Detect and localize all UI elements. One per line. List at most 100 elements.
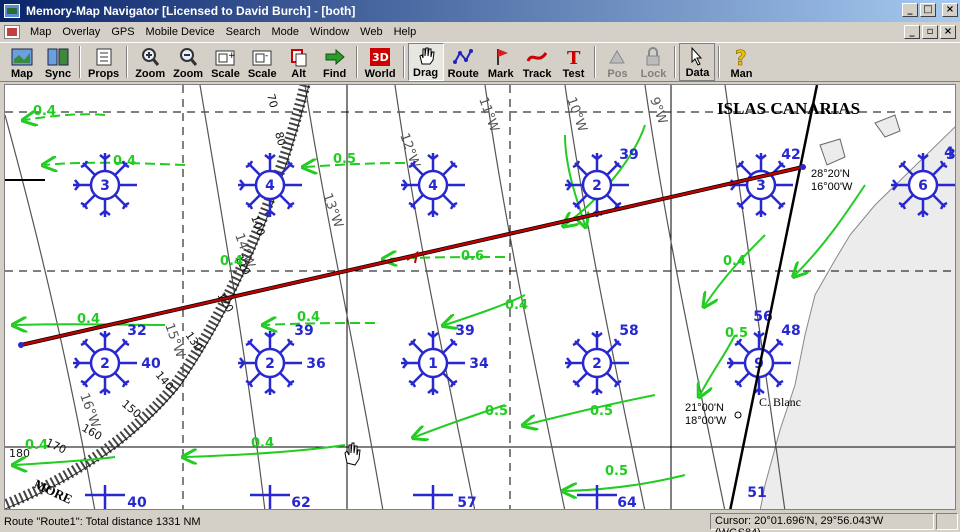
menu-web[interactable]: Web <box>356 26 389 38</box>
wind-rose[interactable]: 4 <box>236 151 304 219</box>
menu-window[interactable]: Window <box>306 26 356 38</box>
toolbar-separator <box>402 46 405 78</box>
svg-text:1: 1 <box>428 356 438 372</box>
wind-rose[interactable]: 2 32 40 <box>71 323 161 397</box>
track-button[interactable]: Track <box>519 43 556 81</box>
scale-down-button[interactable]: - Scale <box>244 43 281 81</box>
help-button[interactable]: ? Man <box>723 43 759 81</box>
pilot-chart: 12°W 13°W 14°W 15°W 16°W 11°W 10°W 9°W 7… <box>5 85 955 510</box>
route-waypoint[interactable] <box>800 164 806 170</box>
wind-value: 4 <box>944 145 954 161</box>
waypoint-coordinates-north: 28°20'N 16°00'W <box>811 168 853 193</box>
partial-label: MORE <box>32 476 75 507</box>
current-speed-label: 0.5 <box>485 404 508 419</box>
chart-map-view[interactable]: 12°W 13°W 14°W 15°W 16°W 11°W 10°W 9°W 7… <box>4 84 956 510</box>
data-button[interactable]: Data <box>679 43 716 81</box>
status-panel <box>936 513 958 530</box>
hand-icon <box>418 47 435 65</box>
toolbar-separator <box>355 46 358 78</box>
menu-map[interactable]: Map <box>26 26 58 38</box>
wind-rose[interactable]: 2 58 <box>563 323 639 397</box>
track-icon <box>526 52 548 62</box>
alternate-map-icon <box>290 49 307 67</box>
longitude-label: 10°W <box>563 95 589 134</box>
wind-rose[interactable]: 2 39 36 <box>236 323 326 397</box>
current-speed-label: 0.5 <box>605 464 628 479</box>
3d-world-icon: 3D <box>370 48 391 66</box>
app-icon[interactable] <box>4 4 20 18</box>
longitude-label: 11°W <box>475 95 501 134</box>
menu-bar: Map Overlay GPS Mobile Device Search Mod… <box>0 22 960 42</box>
route-waypoint[interactable] <box>18 342 24 348</box>
current-speed-label: 0.5 <box>333 152 356 167</box>
doc-close-button[interactable]: × <box>940 25 956 39</box>
drag-button[interactable]: Drag <box>407 43 444 81</box>
svg-text:3: 3 <box>756 178 766 194</box>
current-speed-label: 0.4 <box>251 436 274 451</box>
svg-text:4: 4 <box>265 178 275 194</box>
lock-button[interactable]: Lock <box>635 43 671 81</box>
find-arrow-icon <box>325 48 345 66</box>
region-label: ISLAS CANARIAS <box>717 99 860 118</box>
menu-help[interactable]: Help <box>390 26 424 38</box>
sync-button[interactable]: Sync <box>40 43 76 81</box>
menu-overlay[interactable]: Overlay <box>58 26 107 38</box>
maximize-button[interactable]: □ <box>920 3 936 17</box>
lock-icon <box>646 47 660 66</box>
svg-text:39: 39 <box>294 323 313 339</box>
scale-up-button[interactable]: + Scale <box>207 43 244 81</box>
svg-text:48: 48 <box>781 323 800 339</box>
menu-gps[interactable]: GPS <box>107 26 141 38</box>
props-button[interactable]: Props <box>84 43 123 81</box>
current-speed-label: 0.6 <box>461 249 484 264</box>
mark-button[interactable]: Mark <box>483 43 519 81</box>
wind-value: 40 <box>127 495 147 510</box>
svg-text:32: 32 <box>127 323 146 339</box>
svg-text:2: 2 <box>100 356 110 372</box>
route-button[interactable]: Route <box>444 43 483 81</box>
pos-button[interactable]: Pos <box>599 43 635 81</box>
zoom-in-button[interactable]: Zoom <box>131 43 169 81</box>
current-speed-label: 0.4 <box>33 104 56 119</box>
svg-text:42: 42 <box>781 147 800 163</box>
wind-rose[interactable]: 95648 <box>725 309 801 397</box>
toolbar-separator <box>594 46 597 78</box>
current-speed-label: 0.4 <box>723 254 746 269</box>
minimize-button[interactable]: _ <box>902 3 918 17</box>
svg-text:36: 36 <box>306 356 325 372</box>
longitude-label: 15°W <box>161 321 187 360</box>
properties-icon <box>96 48 112 66</box>
window-controls: _ □ × <box>902 3 958 17</box>
wind-value: 64 <box>617 495 637 510</box>
world-button[interactable]: 3D World <box>361 43 400 81</box>
map-button[interactable]: Map <box>4 43 40 81</box>
position-icon <box>609 50 626 64</box>
wind-rose[interactable]: 1 39 34 <box>399 323 489 397</box>
svg-text:2: 2 <box>265 356 275 372</box>
document-icon[interactable] <box>4 25 20 39</box>
current-speed-label: 0.4 <box>505 298 528 313</box>
toolbar-separator <box>126 46 129 78</box>
find-button[interactable]: Find <box>317 43 353 81</box>
alt-button[interactable]: Alt <box>281 43 317 81</box>
menu-mobile-device[interactable]: Mobile Device <box>142 26 222 38</box>
distance-label: 70 <box>264 92 280 109</box>
doc-restore-button[interactable]: ▫ <box>922 25 938 39</box>
menu-mode[interactable]: Mode <box>268 26 307 38</box>
svg-text:39: 39 <box>455 323 474 339</box>
cape-label: C. Blanc <box>759 395 801 409</box>
svg-text:-: - <box>265 51 268 61</box>
route-icon <box>453 49 474 64</box>
zoom-out-button[interactable]: Zoom <box>169 43 207 81</box>
help-question-icon: ? <box>735 47 747 67</box>
toolbar-separator <box>79 46 81 78</box>
doc-minimize-button[interactable]: _ <box>904 25 920 39</box>
text-button[interactable]: T Test <box>555 43 591 81</box>
current-speed-label: 0.4 <box>77 312 100 327</box>
close-button[interactable]: × <box>942 3 958 17</box>
current-speed-label: 0.5 <box>590 404 613 419</box>
toolbar-separator <box>674 46 677 78</box>
route-waypoint[interactable] <box>734 411 742 419</box>
longitude-label: 9°W <box>646 95 670 126</box>
menu-search[interactable]: Search <box>222 26 268 38</box>
